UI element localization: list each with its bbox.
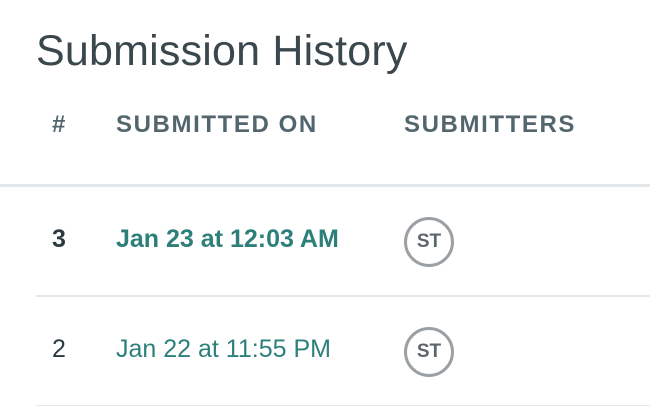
page-title: Submission History (36, 27, 408, 75)
column-header-number: # (52, 111, 67, 138)
submission-number: 2 (52, 335, 66, 363)
column-header-submitters: SUBMITTERS (404, 111, 576, 138)
submission-date-link[interactable]: Jan 22 at 11:55 PM (116, 335, 331, 364)
table-header: # SUBMITTED ON SUBMITTERS (0, 104, 650, 187)
submitter-avatar[interactable]: ST (404, 327, 454, 377)
submission-date-link[interactable]: Jan 23 at 12:03 AM (116, 225, 339, 254)
table-row: 3 Jan 23 at 12:03 AM ST (36, 187, 650, 297)
submitter-avatar[interactable]: ST (404, 217, 454, 267)
column-header-submitted-on: SUBMITTED ON (116, 111, 318, 138)
submission-number: 3 (52, 225, 66, 253)
submission-history-panel: Submission History # SUBMITTED ON SUBMIT… (0, 0, 650, 406)
table-row: 2 Jan 22 at 11:55 PM ST (36, 297, 650, 406)
